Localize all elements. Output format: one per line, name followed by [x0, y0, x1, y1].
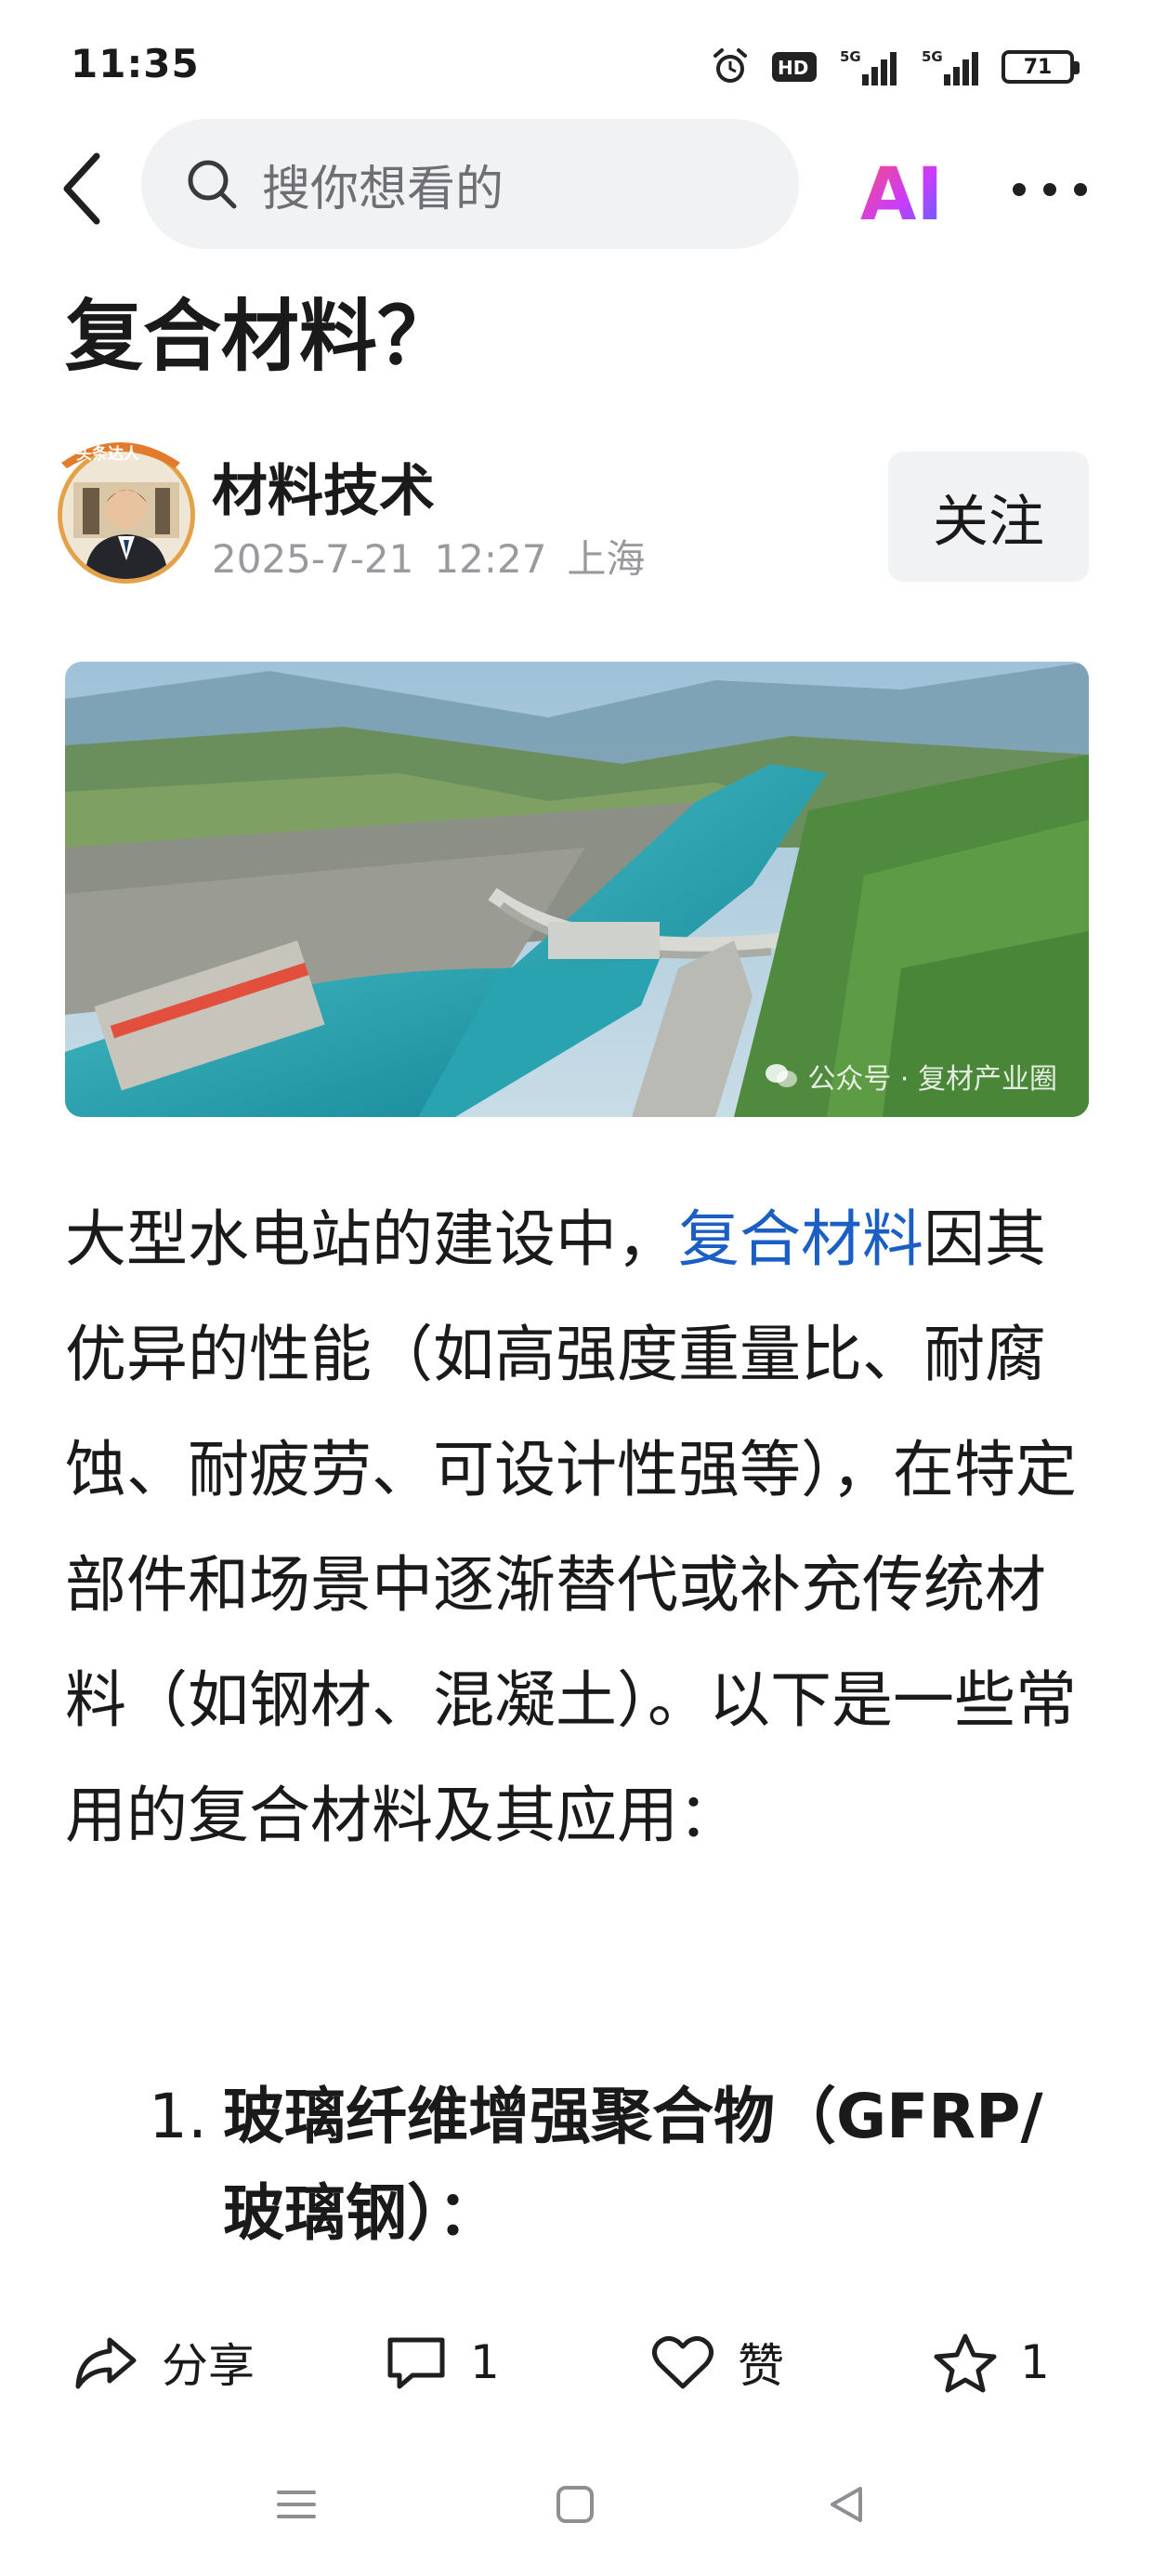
- signal-5g-icon-2: 5G: [922, 48, 978, 85]
- creator-badge-text: 头条达人: [76, 444, 140, 464]
- search-icon: [188, 160, 237, 209]
- list-item-number: 1.: [149, 2081, 207, 2152]
- author-row: 头条达人 材料技术 2025-7-21 12:27 上海 关注: [0, 427, 1152, 585]
- list-item-text: 玻璃纤维增强聚合物（GFRP/玻璃钢）：: [223, 2081, 1043, 2249]
- body-text-rest: 因其优异的性能（如高强度重量比、耐腐蚀、耐疲劳、可设计性强等），在特定部件和场景…: [65, 1203, 1077, 1851]
- like-button[interactable]: 赞: [650, 2325, 784, 2399]
- post-meta: 2025-7-21 12:27 上海: [212, 528, 665, 585]
- share-icon: [75, 2337, 137, 2389]
- home-icon[interactable]: [552, 2481, 598, 2528]
- favorite-button[interactable]: 1: [933, 2325, 1050, 2399]
- ai-assistant-button[interactable]: AI: [858, 152, 942, 227]
- watermark-text: 公众号 · 复材产业圈: [807, 1063, 1057, 1096]
- ai-label: AI: [860, 153, 942, 227]
- search-input[interactable]: 搜你想看的: [141, 119, 799, 249]
- favorite-count: 1: [1020, 2335, 1050, 2389]
- comment-button[interactable]: 1: [385, 2325, 500, 2399]
- recent-apps-icon[interactable]: [273, 2481, 320, 2528]
- wechat-icon: [766, 1064, 798, 1087]
- article-page: 11:35 HD 5G 5G 71 搜你想看的 AI 复合材料？ 头条达人 材料…: [0, 0, 1152, 2576]
- battery-indicator: 71: [1001, 50, 1080, 84]
- comment-icon: [387, 2337, 445, 2389]
- post-date: 2025-7-21: [212, 536, 414, 582]
- article-list: 1. 玻璃纤维增强聚合物（GFRP/玻璃钢）：: [65, 2069, 1096, 2262]
- svg-text:HD: HD: [778, 57, 808, 79]
- hd-voice-icon: HD: [772, 52, 817, 82]
- article-action-bar: 分享 1 赞 1: [0, 2288, 1152, 2427]
- star-icon: [934, 2333, 997, 2393]
- like-label: 赞: [738, 2339, 784, 2393]
- more-options-icon[interactable]: [1013, 171, 1087, 208]
- creator-badge: 头条达人: [61, 442, 180, 468]
- author-name[interactable]: 材料技术: [212, 446, 435, 527]
- comment-count: 1: [470, 2335, 500, 2389]
- post-location: 上海: [567, 536, 646, 582]
- article-hero-image[interactable]: 公众号 · 复材产业圈: [65, 662, 1089, 1117]
- follow-button[interactable]: 关注: [888, 452, 1089, 582]
- status-icons: HD 5G 5G 71: [710, 45, 1080, 89]
- heart-icon: [652, 2336, 713, 2389]
- post-time: 12:27: [434, 536, 547, 582]
- status-time: 11:35: [71, 41, 200, 86]
- keyword-link[interactable]: 复合材料: [678, 1203, 923, 1275]
- svg-text:5G: 5G: [922, 48, 943, 65]
- svg-text:5G: 5G: [840, 48, 861, 65]
- alarm-icon: [713, 48, 747, 83]
- share-button[interactable]: 分享: [72, 2325, 255, 2399]
- dam-landscape-image: [65, 662, 1089, 1117]
- top-navigation: 搜你想看的 AI: [0, 119, 1152, 258]
- list-item: 1. 玻璃纤维增强聚合物（GFRP/玻璃钢）：: [65, 2069, 1096, 2262]
- share-label: 分享: [162, 2339, 255, 2393]
- signal-5g-icon: 5G: [840, 48, 897, 85]
- status-bar: 11:35 HD 5G 5G 71: [0, 0, 1152, 121]
- system-navigation-bar: [0, 2453, 1152, 2556]
- back-icon[interactable]: [52, 147, 117, 230]
- article-body-paragraph: 大型水电站的建设中，复合材料因其优异的性能（如高强度重量比、耐腐蚀、耐疲劳、可设…: [65, 1182, 1096, 1873]
- image-watermark: 公众号 · 复材产业圈: [765, 1056, 1057, 1097]
- back-nav-icon[interactable]: [823, 2481, 870, 2528]
- body-text-start: 大型水电站的建设中，: [65, 1203, 678, 1275]
- article-title: 复合材料？: [65, 291, 456, 382]
- search-placeholder: 搜你想看的: [262, 161, 504, 217]
